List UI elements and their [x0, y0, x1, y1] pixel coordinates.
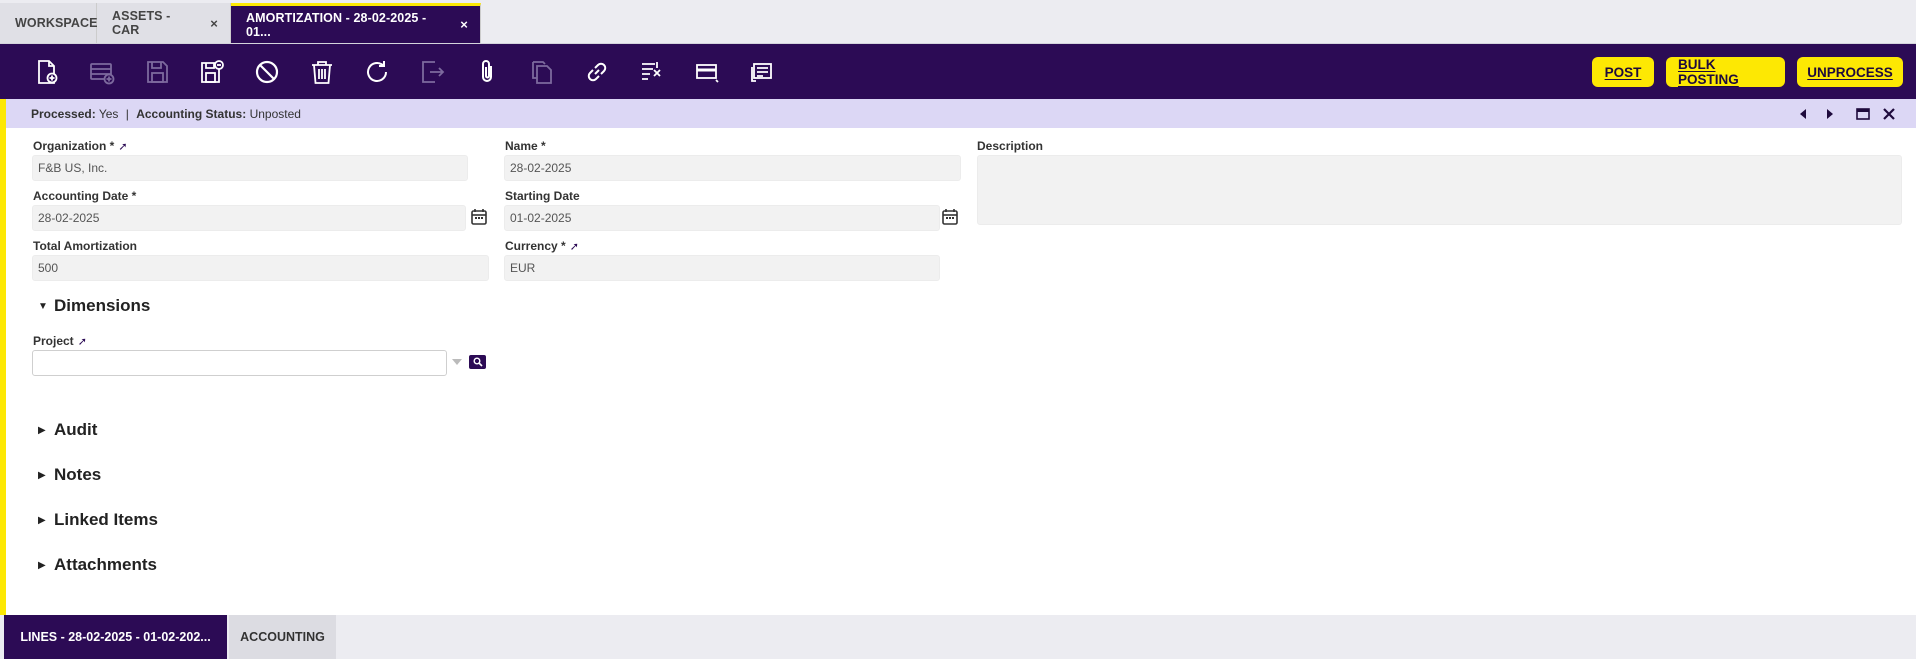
window-tab-bar: WORKSPACE ASSETS - CAR × AMORTIZATION - … — [0, 0, 1916, 44]
child-tab-bar: LINES - 28-02-2025 - 01-02-202... ACCOUN… — [0, 615, 1916, 659]
close-icon[interactable]: × — [210, 16, 218, 31]
caret-right-icon: ▶ — [38, 559, 46, 571]
tab-lines[interactable]: LINES - 28-02-2025 - 01-02-202... — [4, 615, 227, 659]
next-record-icon[interactable] — [1821, 105, 1839, 123]
processed-value: Yes — [98, 106, 119, 121]
link-arrow-icon[interactable]: ➚ — [570, 241, 579, 253]
section-title: Linked Items — [54, 510, 158, 529]
toolbar: POST BULK POSTING UNPROCESS — [0, 44, 1916, 99]
delete-icon[interactable] — [305, 55, 339, 89]
organization-field[interactable]: F&B US, Inc. — [32, 155, 468, 181]
tab-assets-car[interactable]: ASSETS - CAR × — [97, 3, 231, 43]
section-title: Audit — [54, 420, 98, 439]
tab-label: WORKSPACE — [15, 16, 98, 30]
tab-workspace[interactable]: WORKSPACE — [0, 3, 98, 43]
starting-date-label: Starting Date — [505, 189, 580, 203]
save-close-icon[interactable] — [195, 55, 229, 89]
tab-label: ACCOUNTING — [240, 630, 325, 644]
currency-label: Currency * ➚ — [505, 239, 579, 253]
tab-accounting[interactable]: ACCOUNTING — [229, 615, 336, 659]
bulk-posting-button[interactable]: BULK POSTING — [1666, 57, 1785, 87]
audit-trail-icon[interactable] — [745, 55, 779, 89]
section-attachments[interactable]: ▶ Attachments — [38, 555, 157, 575]
processed-label: Processed: — [31, 106, 96, 121]
section-audit[interactable]: ▶ Audit — [38, 420, 97, 440]
accounting-status-value: Unposted — [249, 106, 301, 121]
accounting-status-label: Accounting Status: — [136, 106, 247, 121]
section-title: Dimensions — [54, 296, 151, 315]
accounting-date-label: Accounting Date * — [33, 189, 137, 203]
calendar-icon[interactable] — [941, 208, 959, 226]
cancel-icon[interactable] — [250, 55, 284, 89]
close-icon[interactable]: × — [460, 17, 468, 32]
section-dimensions[interactable]: ▼ Dimensions — [38, 296, 150, 316]
tab-label: AMORTIZATION - 28-02-2025 - 01... — [246, 10, 427, 39]
project-selector[interactable] — [32, 350, 447, 376]
chevron-down-icon[interactable] — [452, 358, 462, 366]
description-textarea[interactable] — [977, 155, 1902, 225]
maximize-icon[interactable] — [1854, 105, 1872, 123]
refresh-icon[interactable] — [360, 55, 394, 89]
status-text: Processed: Yes | Accounting Status: Unpo… — [31, 107, 301, 121]
calendar-icon[interactable] — [470, 208, 488, 226]
tab-label: LINES - 28-02-2025 - 01-02-202... — [20, 630, 211, 644]
toggle-grid-icon[interactable] — [690, 55, 724, 89]
total-amortization-field[interactable]: 500 — [32, 255, 489, 281]
link-icon[interactable] — [580, 55, 614, 89]
close-form-icon[interactable] — [1880, 105, 1898, 123]
description-label: Description — [977, 139, 1044, 153]
export-icon — [415, 55, 449, 89]
new-document-icon[interactable] — [30, 55, 64, 89]
caret-right-icon: ▶ — [38, 424, 46, 436]
currency-field[interactable]: EUR — [504, 255, 940, 281]
status-separator: | — [125, 106, 129, 121]
section-linked-items[interactable]: ▶ Linked Items — [38, 510, 158, 530]
unprocess-button[interactable]: UNPROCESS — [1797, 57, 1903, 87]
link-arrow-icon[interactable]: ➚ — [78, 336, 87, 348]
filter-list-icon[interactable] — [635, 55, 669, 89]
accounting-date-field[interactable]: 28-02-2025 — [32, 205, 466, 231]
post-button[interactable]: POST — [1592, 57, 1654, 87]
caret-right-icon: ▶ — [38, 469, 46, 481]
caret-down-icon: ▼ — [38, 300, 48, 312]
active-record-stripe — [0, 99, 6, 615]
name-label: Name * — [505, 139, 546, 153]
starting-date-field[interactable]: 01-02-2025 — [504, 205, 940, 231]
total-amortization-label: Total Amortization — [33, 239, 137, 253]
organization-label: Organization * ➚ — [33, 139, 128, 153]
status-bar: Processed: Yes | Accounting Status: Unpo… — [6, 99, 1916, 128]
attachment-icon[interactable] — [470, 55, 504, 89]
section-notes[interactable]: ▶ Notes — [38, 465, 101, 485]
tab-label: ASSETS - CAR — [112, 9, 171, 37]
caret-right-icon: ▶ — [38, 514, 46, 526]
project-label: Project ➚ — [33, 334, 87, 348]
previous-record-icon[interactable] — [1794, 105, 1812, 123]
search-icon[interactable] — [469, 355, 486, 369]
save-icon — [140, 55, 174, 89]
copy-record-icon — [525, 55, 559, 89]
name-field[interactable]: 28-02-2025 — [504, 155, 961, 181]
section-title: Notes — [54, 465, 102, 484]
section-title: Attachments — [54, 555, 157, 574]
link-arrow-icon[interactable]: ➚ — [118, 141, 127, 153]
new-row-icon — [85, 55, 119, 89]
tab-amortization[interactable]: AMORTIZATION - 28-02-2025 - 01... × — [231, 3, 481, 43]
